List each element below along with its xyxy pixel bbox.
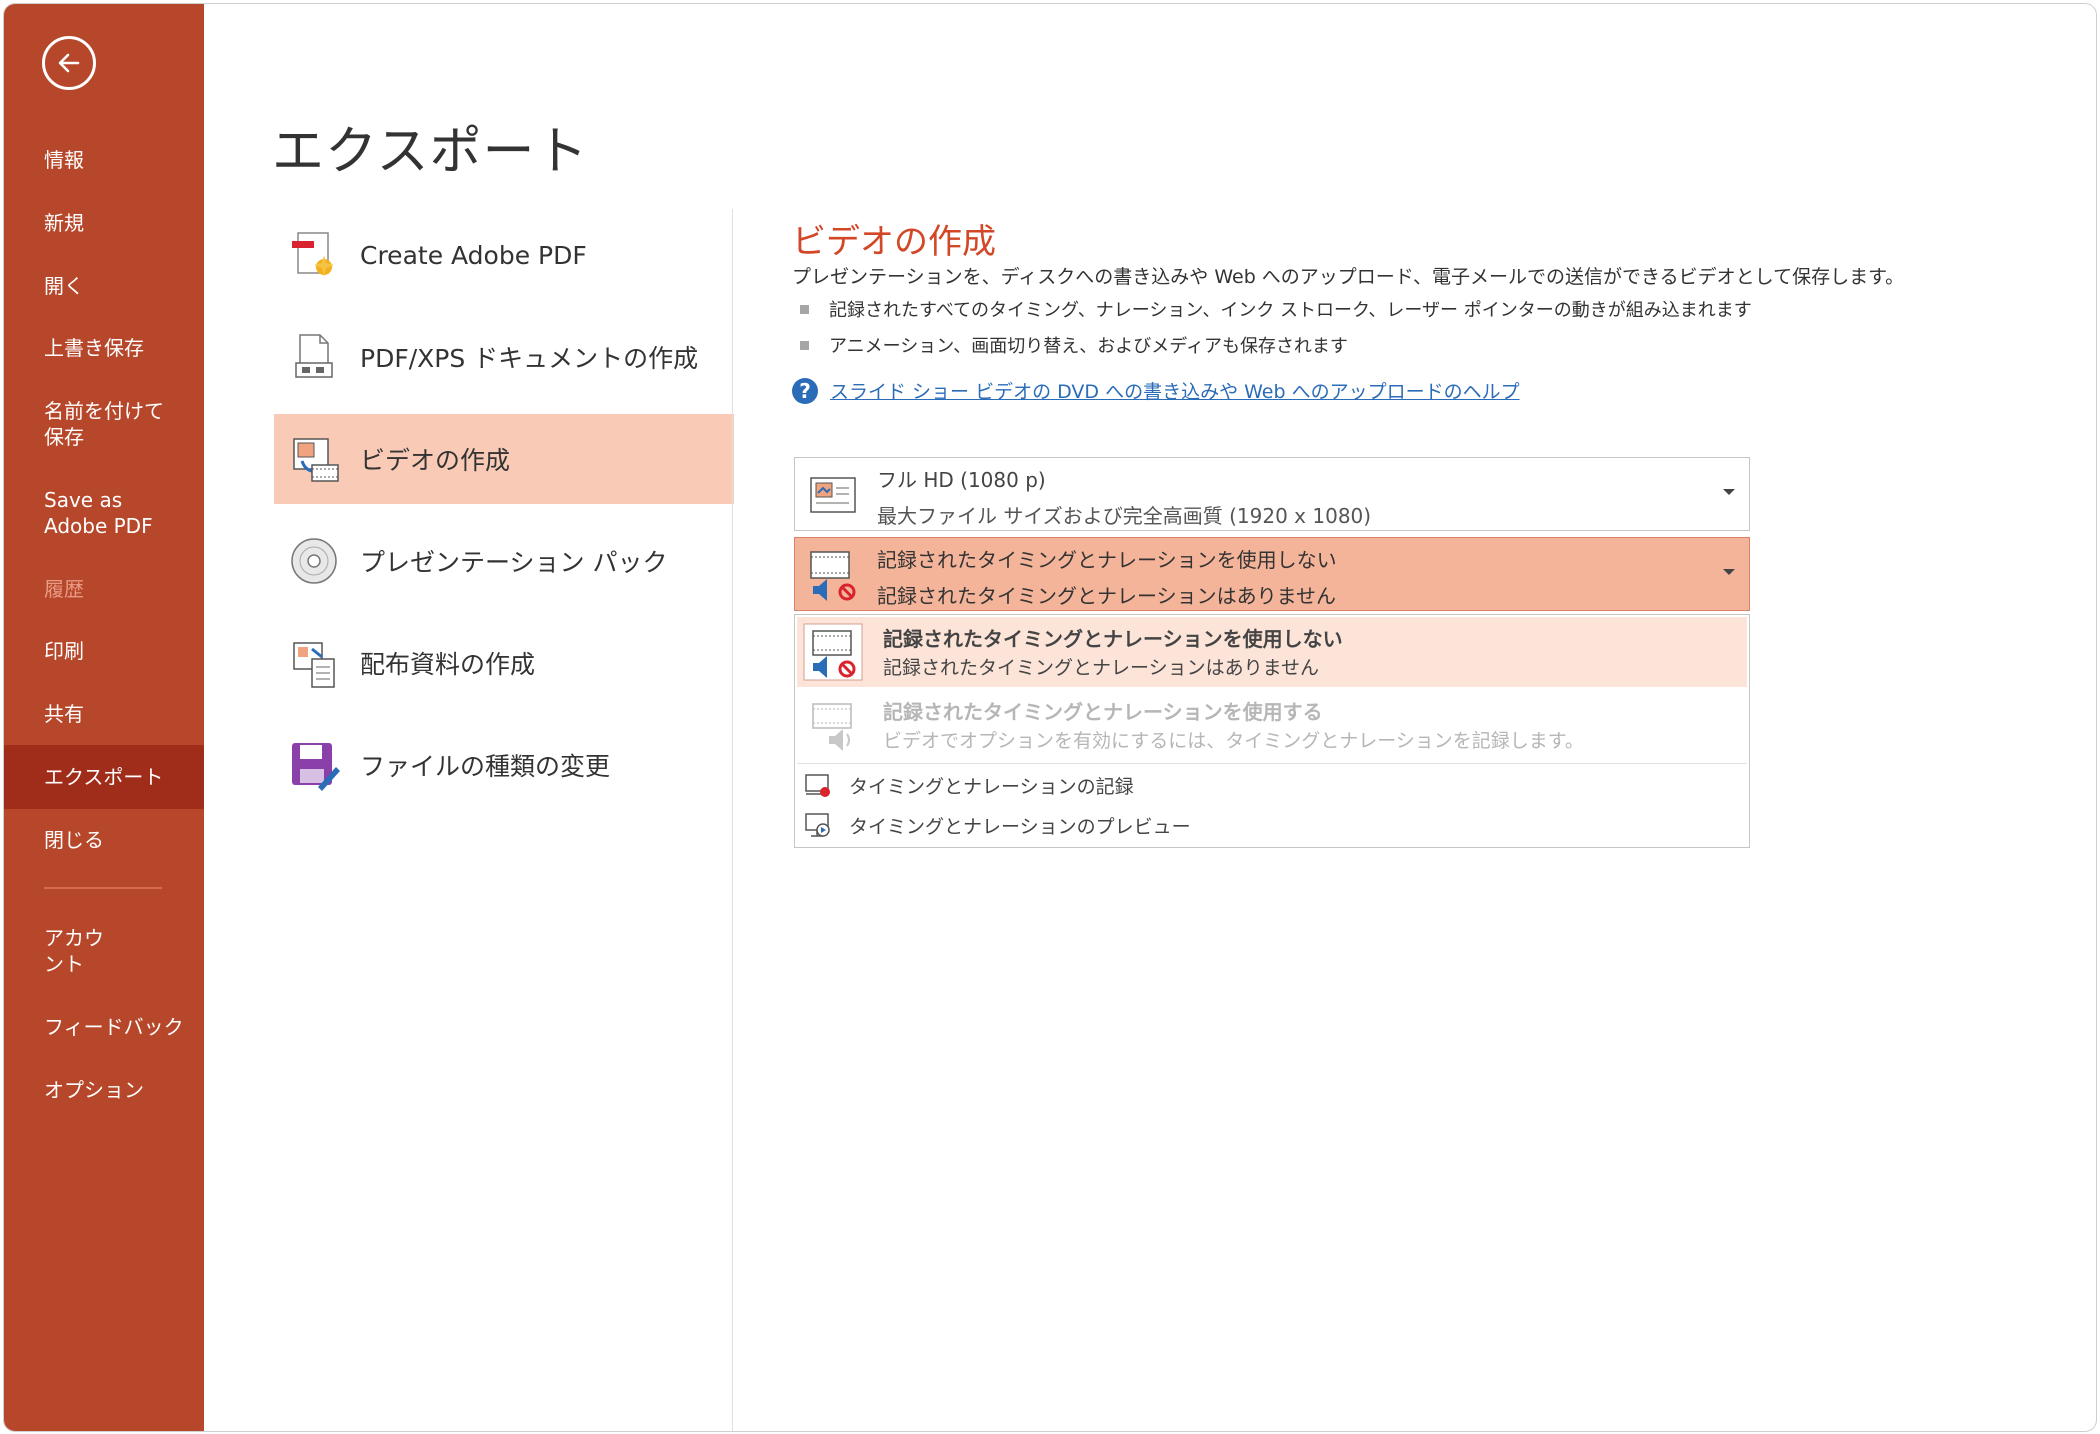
export-create-adobe-pdf[interactable]: Create Adobe PDF (274, 210, 734, 300)
timing-menu: 記録されたタイミングとナレーションを使用しない 記録されたタイミングとナレーショ… (794, 614, 1750, 848)
nav-label: 新規 (44, 211, 84, 235)
quality-dropdown[interactable]: フル HD (1080 p) 最大ファイル サイズおよび完全高画質 (1920 … (794, 457, 1750, 531)
back-arrow-icon (58, 53, 80, 73)
menu-item-preview-timings[interactable]: タイミングとナレーションのプレビュー (803, 808, 1191, 842)
nav-label: 履歴 (44, 577, 84, 601)
option-title: 記録されたタイミングとナレーションを使用しない (883, 627, 1343, 651)
menu-divider (797, 763, 1747, 764)
nav-feedback[interactable]: フィードバック (4, 1014, 204, 1040)
nav-label: アカウント (44, 926, 104, 976)
export-presentation-pack[interactable]: プレゼンテーション パック (274, 516, 734, 606)
chevron-down-icon (1723, 489, 1735, 495)
nav-label: 開く (44, 274, 84, 298)
no-narration-icon (810, 551, 856, 601)
nav-new[interactable]: 新規 (4, 210, 204, 236)
nav-options[interactable]: オプション (4, 1077, 204, 1103)
section-description: プレゼンテーションを、ディスクへの書き込みや Web へのアップロード、電子メー… (792, 266, 1905, 288)
timing-dropdown[interactable]: 記録されたタイミングとナレーションを使用しない 記録されたタイミングとナレーショ… (794, 537, 1750, 611)
menu-item-record-timings[interactable]: タイミングとナレーションの記録 (803, 768, 1134, 802)
nav-label: エクスポート (44, 765, 164, 789)
nav-label: 共有 (44, 702, 84, 726)
video-icon (293, 438, 339, 482)
menu-option-use-timings: 記録されたタイミングとナレーションを使用する ビデオでオプションを有効にするには… (797, 690, 1747, 760)
narration-icon (812, 703, 852, 751)
record-icon (805, 774, 830, 797)
export-change-file-type[interactable]: ファイルの種類の変更 (274, 720, 734, 810)
nav-save-as[interactable]: 名前を付けて保存 (4, 398, 204, 450)
menu-item-label: タイミングとナレーションのプレビュー (849, 815, 1191, 838)
nav-label: 閉じる (44, 828, 104, 852)
preview-icon (805, 813, 830, 837)
nav-label: Save as Adobe PDF (44, 488, 153, 538)
option-subtitle: 記録されたタイミングとナレーションはありません (883, 657, 1320, 679)
sidebar-divider (44, 887, 162, 889)
nav-open[interactable]: 開く (4, 273, 204, 299)
export-label: 配布資料の作成 (360, 650, 536, 679)
help-row: ? スライド ショー ビデオの DVD への書き込みや Web へのアップロード… (792, 377, 1520, 404)
export-label: ファイルの種類の変更 (360, 752, 611, 781)
chevron-down-icon (1723, 569, 1735, 575)
export-pdf-xps[interactable]: PDF/XPS ドキュメントの作成 (274, 312, 734, 402)
export-label: ビデオの作成 (360, 446, 511, 475)
export-label: Create Adobe PDF (360, 240, 587, 270)
export-label: プレゼンテーション パック (360, 548, 668, 577)
pdf-xps-icon (295, 334, 333, 378)
export-create-video[interactable]: ビデオの作成 (274, 414, 734, 504)
adobe-pdf-icon (292, 232, 334, 277)
nav-close[interactable]: 閉じる (4, 827, 204, 853)
nav-share[interactable]: 共有 (4, 701, 204, 727)
page-title: エクスポート (272, 122, 589, 182)
cd-icon (291, 538, 337, 584)
bullet-item: 記録されたすべてのタイミング、ナレーション、インク ストローク、レーザー ポイン… (800, 296, 1752, 322)
menu-item-label: タイミングとナレーションの記録 (849, 775, 1134, 798)
bullet-text: 記録されたすべてのタイミング、ナレーション、インク ストローク、レーザー ポイン… (829, 300, 1752, 321)
export-label: PDF/XPS ドキュメントの作成 (360, 344, 699, 373)
option-title: 記録されたタイミングとナレーションを使用する (883, 700, 1323, 724)
nav-save-as-adobe-pdf[interactable]: Save as Adobe PDF (4, 487, 204, 539)
nav-export[interactable]: エクスポート (4, 745, 204, 809)
dropdown-primary: 記録されたタイミングとナレーションを使用しない (877, 548, 1337, 572)
section-title: ビデオの作成 (792, 222, 996, 262)
bullet-item: アニメーション、画面切り替え、およびメディアも保存されます (800, 332, 1348, 358)
dropdown-secondary: 記録されたタイミングとナレーションはありません (877, 584, 1336, 608)
option-subtitle: ビデオでオプションを有効にするには、タイミングとナレーションを記録します。 (883, 730, 1584, 752)
nav-label: フィードバック (44, 1015, 184, 1039)
handout-icon (293, 642, 335, 688)
dropdown-primary: フル HD (1080 p) (877, 468, 1046, 492)
nav-account[interactable]: アカウント (4, 925, 204, 977)
export-handouts[interactable]: 配布資料の作成 (274, 618, 734, 708)
menu-option-no-timings[interactable]: 記録されたタイミングとナレーションを使用しない 記録されたタイミングとナレーショ… (797, 617, 1747, 687)
nav-label: 名前を付けて保存 (44, 399, 164, 449)
save-as-icon (292, 743, 340, 791)
nav-label: オプション (44, 1078, 144, 1102)
nav-history: 履歴 (4, 576, 204, 602)
nav-save[interactable]: 上書き保存 (4, 335, 204, 361)
nav-label: 印刷 (44, 639, 84, 663)
no-narration-icon (803, 623, 863, 681)
help-link[interactable]: スライド ショー ビデオの DVD への書き込みや Web へのアップロードのヘ… (830, 377, 1520, 404)
nav-label: 上書き保存 (44, 336, 144, 360)
backstage-window: 情報 新規 開く 上書き保存 名前を付けて保存 Save as Adobe PD… (3, 3, 2097, 1432)
help-icon: ? (792, 377, 818, 404)
pane-divider (732, 209, 733, 1431)
back-button[interactable] (42, 36, 96, 90)
slide-quality-icon (810, 477, 856, 513)
bullet-text: アニメーション、画面切り替え、およびメディアも保存されます (829, 336, 1348, 357)
nav-info[interactable]: 情報 (4, 147, 204, 173)
backstage-sidebar: 情報 新規 開く 上書き保存 名前を付けて保存 Save as Adobe PD… (4, 4, 204, 1431)
dropdown-secondary: 最大ファイル サイズおよび完全高画質 (1920 x 1080) (877, 504, 1372, 528)
nav-label: 情報 (44, 148, 84, 172)
nav-print[interactable]: 印刷 (4, 638, 204, 664)
